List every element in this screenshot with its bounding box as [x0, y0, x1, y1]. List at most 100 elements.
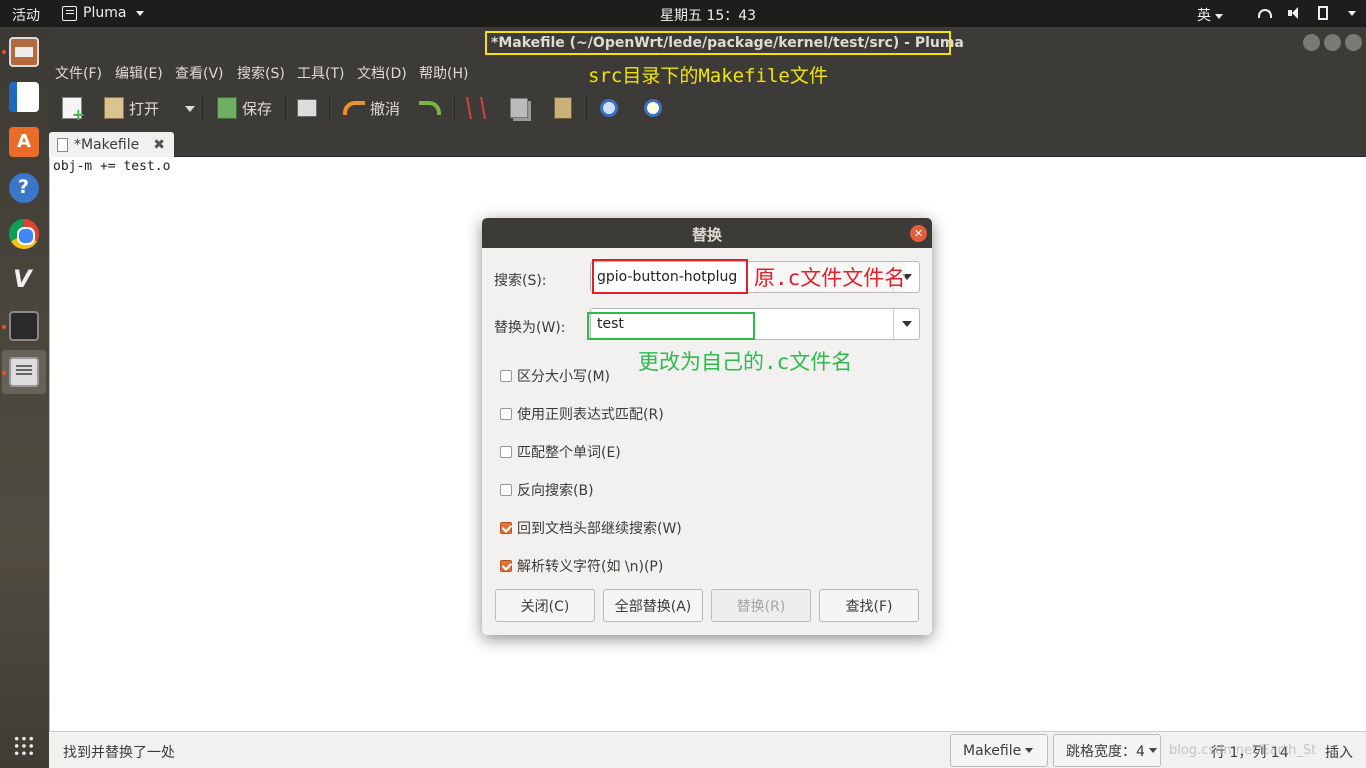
minimize-button[interactable] [1303, 34, 1320, 51]
maximize-button[interactable] [1324, 34, 1341, 51]
menu-view[interactable]: 查看(V) [175, 63, 224, 83]
system-tray[interactable] [1258, 6, 1356, 20]
undo-label: 撤消 [370, 99, 401, 118]
battery-icon [1318, 6, 1328, 20]
printer-icon [297, 99, 317, 117]
files-launcher-icon[interactable] [9, 37, 39, 67]
toolbar-separator [329, 94, 330, 122]
search-backwards-checkbox[interactable]: 反向搜索(B) [500, 480, 594, 500]
redo-icon [419, 101, 441, 115]
title-annotation: src目录下的Makefile文件 [588, 65, 828, 87]
wifi-icon [1258, 8, 1272, 18]
wrap-around-checkbox[interactable]: 回到文档头部继续搜索(W) [500, 518, 682, 538]
toolbar-separator [586, 94, 587, 122]
match-case-checkbox[interactable]: 区分大小写(M) [500, 366, 610, 386]
vim-launcher-icon[interactable] [9, 265, 39, 295]
copy-button[interactable] [510, 96, 528, 120]
scissors-icon [466, 97, 486, 119]
parse-escapes-checkbox[interactable]: 解析转义字符(如 \n)(P) [500, 556, 663, 576]
replace-history-dropdown[interactable] [893, 309, 919, 339]
tab-width-label: 跳格宽度：4 [1066, 743, 1145, 760]
menu-search[interactable]: 搜索(S) [237, 63, 285, 83]
open-recent-dropdown-icon[interactable] [185, 106, 195, 112]
terminal-launcher-icon[interactable] [9, 311, 39, 341]
replace-all-button[interactable]: 全部替换(A) [603, 589, 703, 622]
tab-bar: *Makefile ✖ [49, 130, 1366, 157]
menu-help[interactable]: 帮助(H) [419, 63, 468, 83]
save-button[interactable]: 保存 [217, 96, 272, 120]
redo-button[interactable] [419, 96, 441, 120]
save-icon [217, 97, 237, 119]
running-indicator [2, 50, 6, 54]
running-indicator [2, 325, 6, 329]
dialog-title: 替换 [691, 226, 722, 244]
menu-documents[interactable]: 文档(D) [357, 63, 407, 83]
option-label: 反向搜索(B) [517, 483, 594, 499]
watermark: blog.csdn.net/Earth_St [1169, 743, 1317, 758]
option-label: 回到文档头部继续搜索(W) [517, 521, 682, 537]
checkbox-box [500, 484, 512, 496]
undo-button[interactable]: 撤消 [343, 96, 400, 120]
chevron-down-icon [1215, 13, 1223, 19]
help-launcher-icon[interactable] [9, 173, 39, 203]
close-button[interactable]: 关闭(C) [495, 589, 595, 622]
find-button[interactable] [600, 96, 618, 120]
new-file-button[interactable] [62, 96, 85, 124]
paste-button[interactable] [554, 96, 572, 120]
input-method-label: 英 [1197, 8, 1211, 24]
checkbox-box [500, 408, 512, 420]
editor-content[interactable]: obj-m += test.o [53, 159, 170, 174]
language-selector[interactable]: Makefile [950, 734, 1048, 767]
pluma-launcher-icon[interactable] [9, 357, 39, 387]
launcher [0, 27, 49, 768]
replace-annotation: 更改为自己的.c文件名 [638, 350, 853, 374]
cut-button[interactable] [466, 96, 486, 120]
running-indicator [2, 371, 6, 375]
document-icon [57, 137, 68, 152]
checkbox-box [500, 370, 512, 382]
top-panel: 活动 Pluma 星期五 15：43 英 [0, 0, 1366, 27]
status-message: 找到并替换了一处 [63, 745, 175, 761]
clipboard-icon [554, 97, 572, 119]
tab-width-selector[interactable]: 跳格宽度：4 [1053, 734, 1161, 767]
input-method-indicator[interactable]: 英 [1197, 5, 1223, 25]
software-store-launcher-icon[interactable] [9, 127, 39, 157]
find-dialog-button[interactable]: 查找(F) [819, 589, 919, 622]
close-window-button[interactable] [1345, 34, 1362, 51]
toolbar-separator [285, 94, 286, 122]
dialog-titlebar[interactable]: 替换 ✕ [482, 218, 932, 248]
new-file-icon [62, 97, 85, 124]
copy-icon [510, 98, 528, 118]
chrome-launcher-icon[interactable] [9, 219, 39, 249]
regex-checkbox[interactable]: 使用正则表达式匹配(R) [500, 404, 664, 424]
search-label: 搜索(S): [494, 273, 547, 289]
toolbar: 打开 保存 撤消 [49, 86, 1366, 130]
option-label: 使用正则表达式匹配(R) [517, 407, 664, 423]
replace-button[interactable]: 替换(R) [711, 589, 811, 622]
print-button[interactable] [297, 96, 317, 120]
app-menu[interactable]: Pluma [62, 5, 145, 21]
show-applications-icon[interactable] [13, 735, 35, 757]
menu-file[interactable]: 文件(F) [55, 63, 102, 83]
checkbox-box [500, 446, 512, 458]
writer-launcher-icon[interactable] [9, 82, 39, 112]
window-titlebar[interactable]: *Makefile (~/OpenWrt/lede/package/kernel… [49, 27, 1366, 57]
insert-mode: 插入 [1325, 745, 1353, 761]
search-highlight-box [592, 259, 748, 294]
status-bar: 找到并替换了一处 Makefile 跳格宽度：4 行 1，列 14 插入 blo… [49, 731, 1366, 768]
chevron-down-icon [1148, 748, 1157, 753]
dialog-close-icon[interactable]: ✕ [910, 225, 927, 242]
replace-label: 替换为(W): [494, 320, 566, 336]
menu-edit[interactable]: 编辑(E) [115, 63, 163, 83]
menu-tools[interactable]: 工具(T) [297, 63, 344, 83]
clock[interactable]: 星期五 15：43 [660, 5, 756, 25]
open-button[interactable]: 打开 [104, 96, 159, 120]
option-label: 匹配整个单词(E) [517, 445, 621, 461]
tab-makefile[interactable]: *Makefile ✖ [49, 132, 174, 157]
app-menu-label: Pluma [83, 5, 127, 21]
activities-button[interactable]: 活动 [12, 5, 40, 25]
whole-word-checkbox[interactable]: 匹配整个单词(E) [500, 442, 621, 462]
close-tab-icon[interactable]: ✖ [153, 137, 165, 153]
save-label: 保存 [242, 99, 273, 118]
find-replace-button[interactable] [644, 96, 662, 120]
